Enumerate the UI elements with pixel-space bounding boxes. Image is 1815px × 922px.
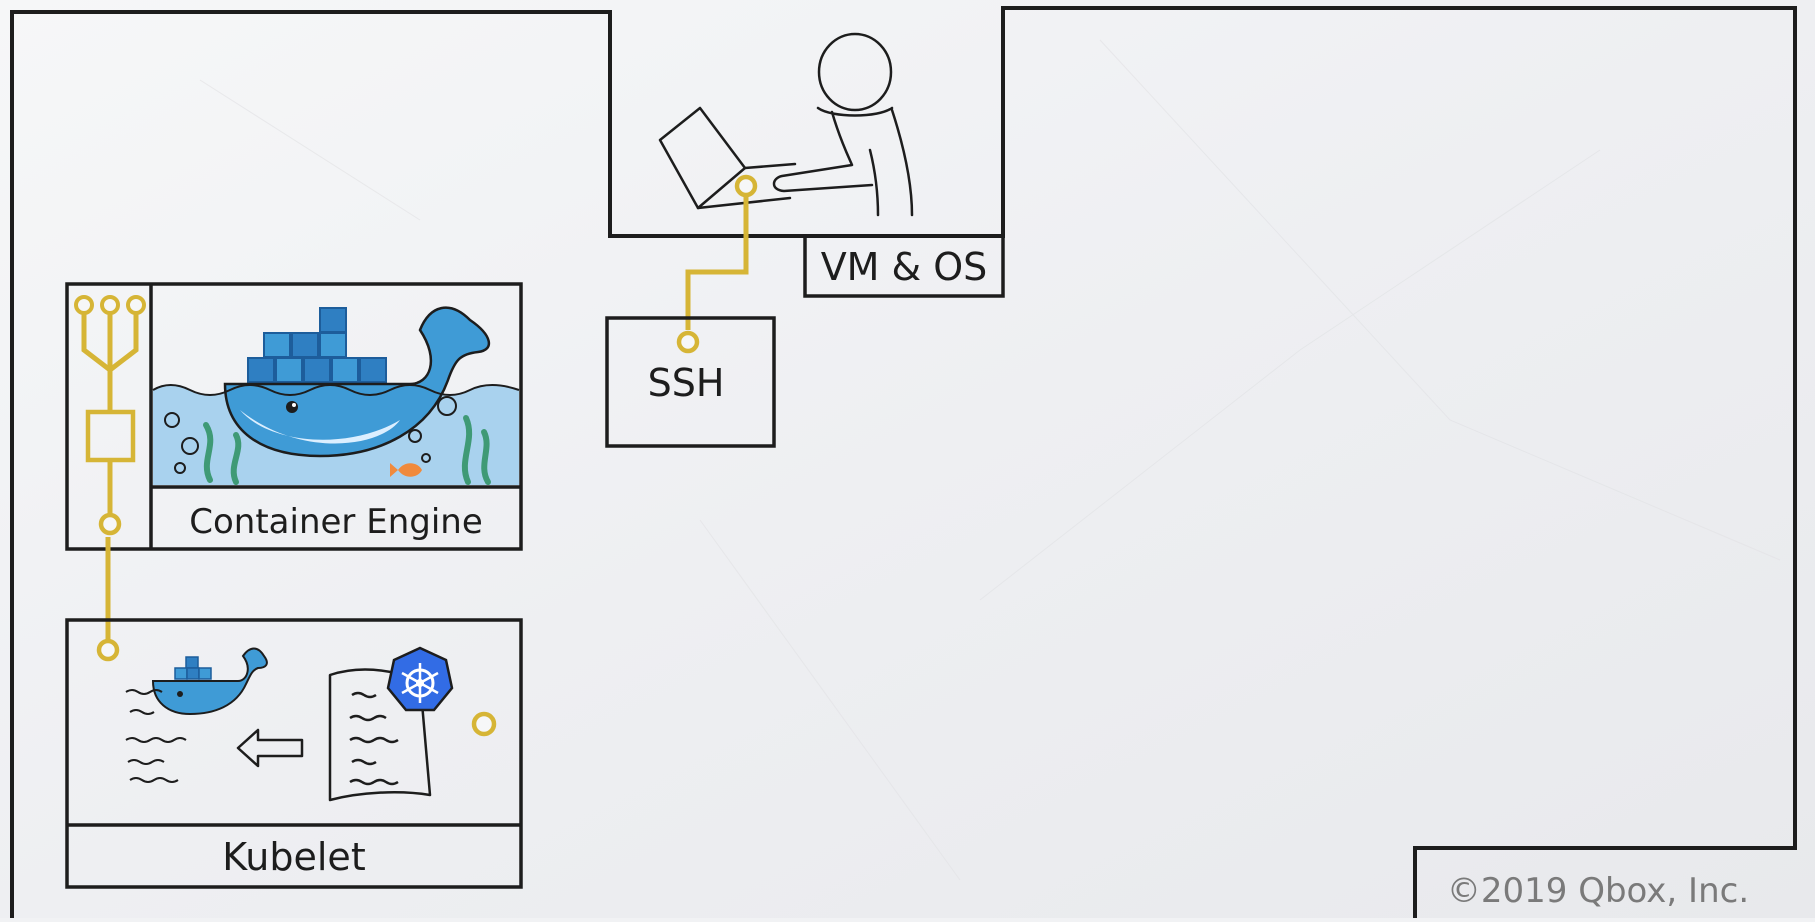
copyright-text: ©2019 Qbox, Inc. [1447,871,1749,911]
container-engine-label: Container Engine [189,502,482,542]
architecture-diagram: VM & OS SSH Container Engine Kubelet ©20… [0,0,1815,918]
ssh-label: SSH [648,361,725,405]
kubernetes-helm-icon [386,646,454,712]
kubelet-connector-dot [471,711,497,737]
diagram-canvas: VM & OS SSH Container Engine Kubelet ©20… [0,0,1815,918]
kubelet-label: Kubelet [222,835,365,879]
vm-os-label: VM & OS [821,245,988,289]
